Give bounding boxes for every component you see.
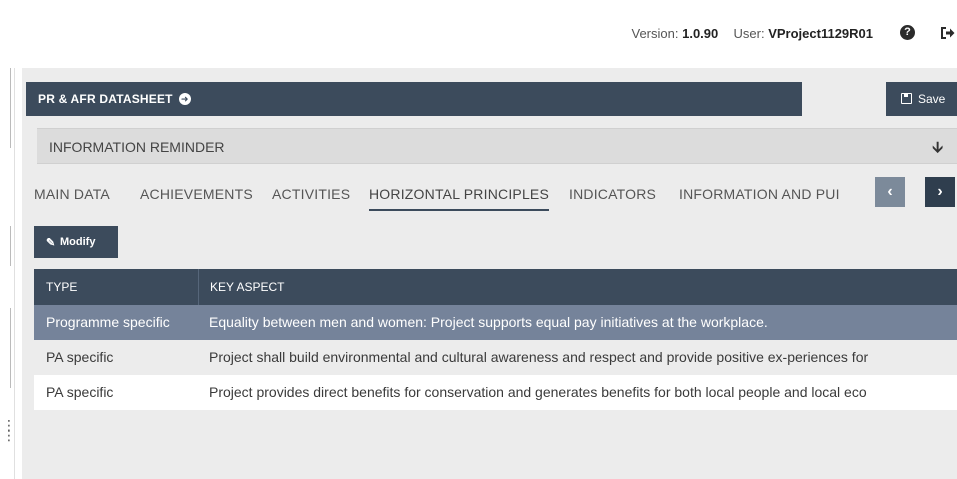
tab-indicators[interactable]: INDICATORS xyxy=(569,186,656,202)
table-header: TYPE KEY ASPECT xyxy=(34,269,957,305)
save-button-label: Save xyxy=(918,92,946,106)
column-header-key-aspect[interactable]: KEY ASPECT xyxy=(210,280,284,294)
horizontal-principles-table: TYPE KEY ASPECT Programme specific Equal… xyxy=(34,269,957,410)
save-button[interactable]: Save xyxy=(886,82,957,116)
cell-type: Programme specific xyxy=(46,314,170,330)
user-value: VProject1129R01 xyxy=(768,26,873,41)
gutter-divider xyxy=(10,68,11,148)
floppy-disk-icon xyxy=(901,93,912,104)
cell-key-aspect: Equality between men and women: Project … xyxy=(209,314,768,330)
panel-header: PR & AFR DATASHEET ➜ xyxy=(26,82,802,116)
user-label: User: xyxy=(733,26,765,41)
left-gutter: ⋮ ⋮ xyxy=(0,68,22,479)
resize-handle-icon[interactable]: ⋮ ⋮ xyxy=(2,418,16,454)
sign-out-icon[interactable] xyxy=(939,25,955,41)
version-label: Version: xyxy=(631,26,679,41)
panel-title[interactable]: PR & AFR DATASHEET ➜ xyxy=(38,92,191,106)
pencil-icon: ✎ xyxy=(46,237,56,249)
cell-type: PA specific xyxy=(46,384,114,400)
cell-key-aspect: Project provides direct benefits for con… xyxy=(209,384,867,400)
gutter-divider xyxy=(10,226,11,266)
information-reminder-bar[interactable]: INFORMATION REMINDER 🡫 xyxy=(37,128,957,164)
information-reminder-label: INFORMATION REMINDER xyxy=(49,139,225,155)
chevron-right-icon[interactable]: › xyxy=(925,177,955,207)
datasheet-panel: PR & AFR DATASHEET ➜ Save INFORMATION REM… xyxy=(22,68,957,479)
question-circle-icon[interactable]: ? xyxy=(900,25,915,40)
tab-activities[interactable]: ACTIVITIES xyxy=(272,186,350,202)
panel-title-text: PR & AFR DATASHEET xyxy=(38,92,173,106)
modify-button[interactable]: ✎ Modify xyxy=(34,226,118,258)
table-row[interactable]: PA specific Project provides direct bene… xyxy=(34,375,957,410)
chevron-left-icon[interactable]: ‹ xyxy=(875,177,905,207)
column-header-type[interactable]: TYPE xyxy=(46,280,77,294)
version-user-info: Version: 1.0.90 User: VProject1129R01 xyxy=(632,26,874,41)
table-row[interactable]: PA specific Project shall build environm… xyxy=(34,340,957,375)
arrow-down-icon[interactable]: 🡫 xyxy=(932,137,943,162)
tab-bar: MAIN DATA ACHIEVEMENTS ACTIVITIES HORIZO… xyxy=(34,174,864,214)
tab-information-and-publicity[interactable]: INFORMATION AND PUI xyxy=(679,186,840,202)
modify-button-label: Modify xyxy=(60,236,96,248)
tab-horizontal-principles[interactable]: HORIZONTAL PRINCIPLES xyxy=(369,186,550,211)
table-row[interactable]: Programme specific Equality between men … xyxy=(34,305,957,340)
cell-type: PA specific xyxy=(46,349,114,365)
arrow-circle-right-icon[interactable]: ➜ xyxy=(178,93,191,105)
top-bar: Version: 1.0.90 User: VProject1129R01 ? xyxy=(0,0,957,68)
version-value: 1.0.90 xyxy=(682,26,719,41)
tab-main-data[interactable]: MAIN DATA xyxy=(34,186,110,202)
gutter-divider xyxy=(10,308,11,388)
column-divider xyxy=(198,269,199,305)
tab-achievements[interactable]: ACHIEVEMENTS xyxy=(140,186,253,202)
cell-key-aspect: Project shall build environmental and cu… xyxy=(209,349,869,365)
